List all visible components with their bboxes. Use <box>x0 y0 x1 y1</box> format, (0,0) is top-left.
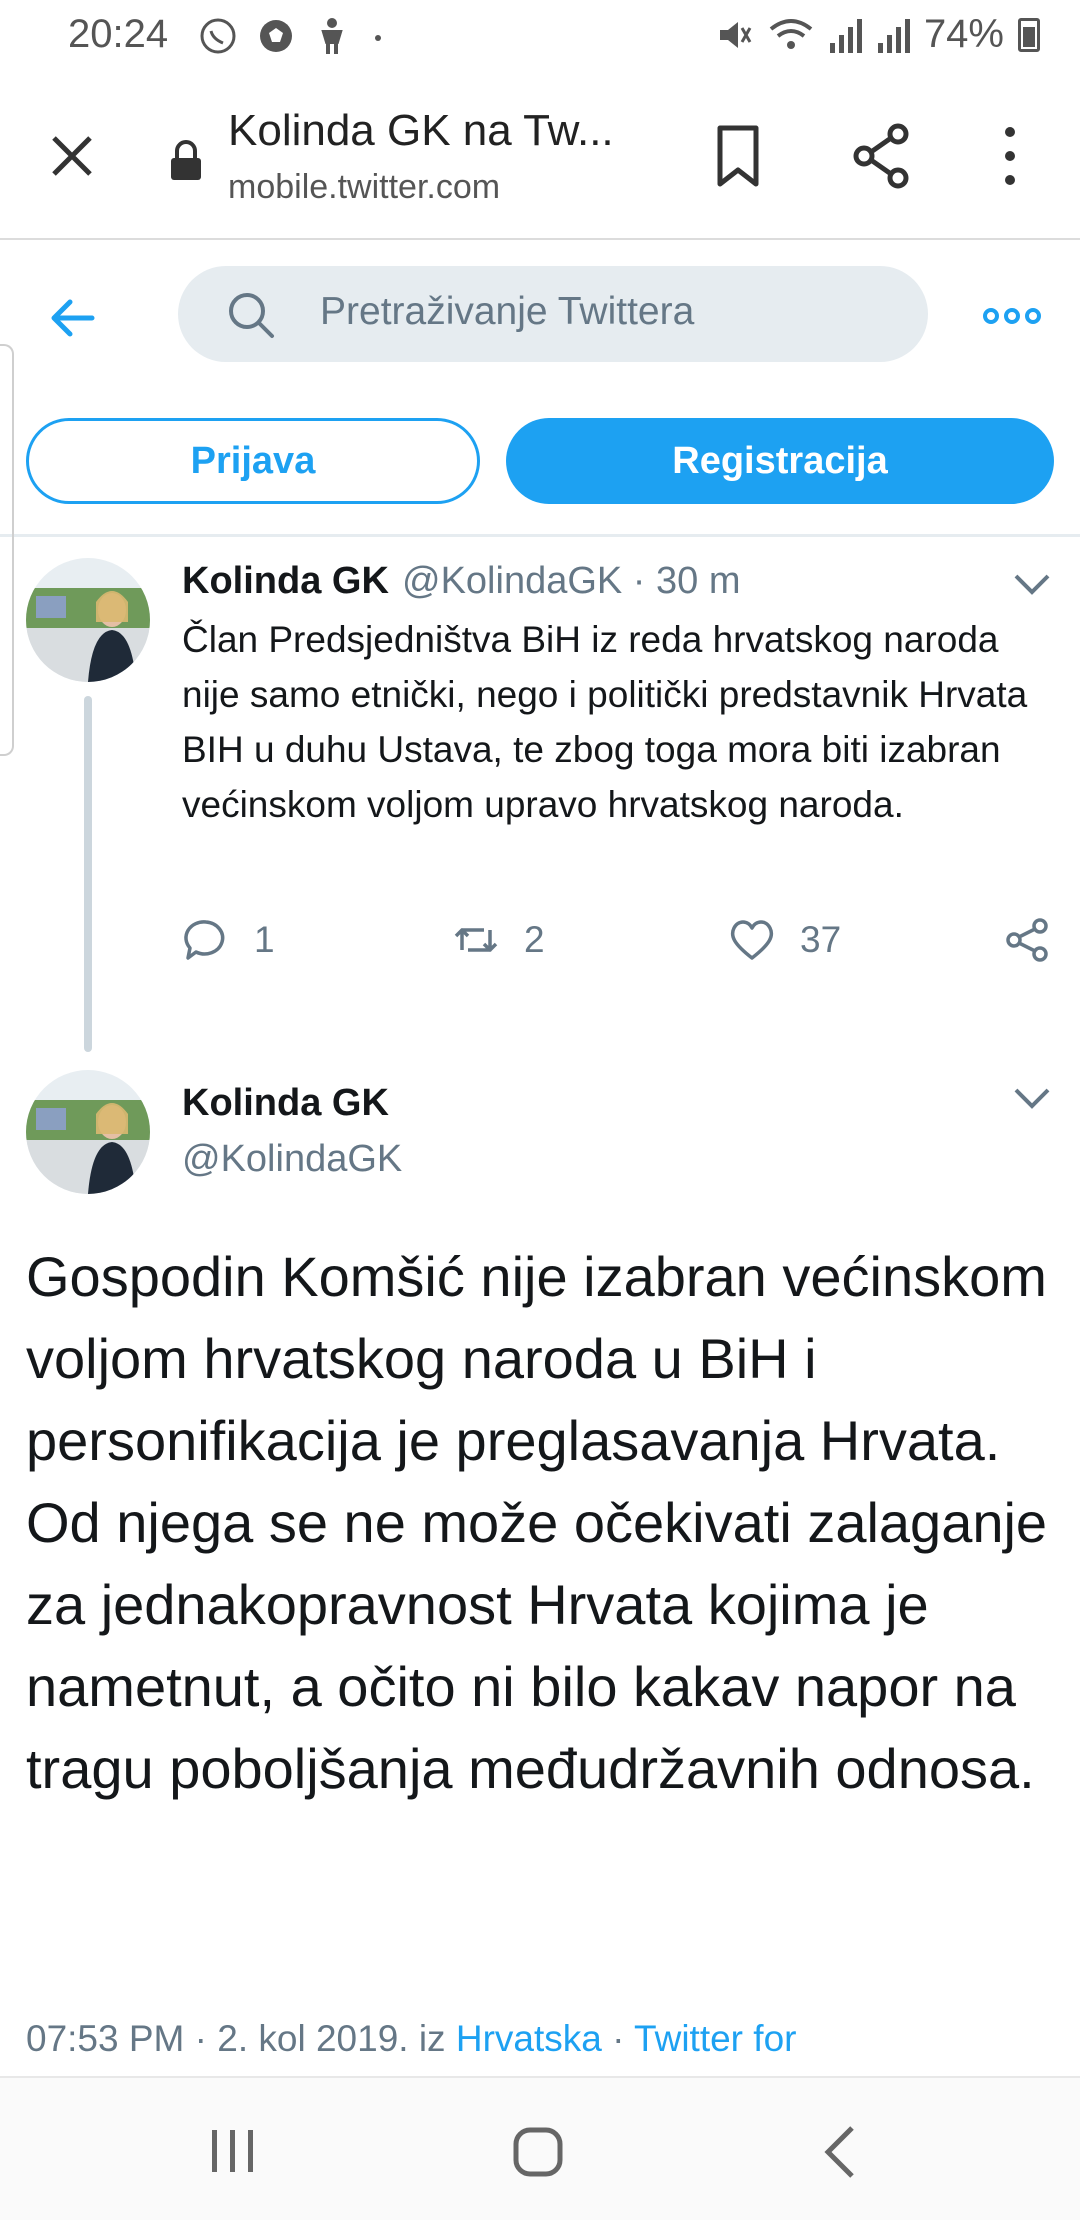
soccer-icon <box>260 20 292 52</box>
chevron-down-icon[interactable] <box>1012 1084 1052 1112</box>
reply-icon <box>184 920 225 960</box>
tweet-location-link[interactable]: Hrvatska <box>456 2018 602 2059</box>
system-navigation-bar <box>0 2076 1080 2220</box>
dot-icon <box>375 35 381 41</box>
tweet-source-link[interactable]: Twitter for <box>634 2018 796 2059</box>
avatar[interactable] <box>26 1070 150 1194</box>
figure-icon <box>321 18 343 54</box>
avatar-image <box>26 1070 150 1194</box>
status-bar: 20:24 74% <box>0 0 1080 72</box>
tweet-timestamp: 07:53 PM · 2. kol 2019. iz <box>26 2018 456 2059</box>
share-icon <box>1006 918 1048 962</box>
more-horizontal-icon[interactable] <box>982 296 1042 336</box>
battery-icon <box>1018 17 1040 52</box>
avatar-image <box>26 558 150 682</box>
signal-icon <box>829 18 862 53</box>
battery-percent: 74% <box>923 12 1004 56</box>
tweet-author-handle[interactable]: @KolindaGK · 30 m <box>402 560 741 603</box>
tweet-meta: 07:53 PM · 2. kol 2019. iz Hrvatska · Tw… <box>26 2018 796 2060</box>
header-divider <box>0 534 1080 537</box>
more-vertical-icon[interactable] <box>990 124 1030 188</box>
tweet-text: Član Predsjedništva BiH iz reda hrvatsko… <box>182 619 1028 825</box>
page-title: Kolinda GK na Tw... <box>228 106 614 155</box>
avatar[interactable] <box>26 558 150 682</box>
tweet-text: Gospodin Komšić nije izabran većinskom v… <box>26 1245 1048 1800</box>
side-panel-handle[interactable] <box>0 344 14 756</box>
heart-icon <box>730 920 774 960</box>
home-icon[interactable] <box>512 2126 564 2178</box>
recent-apps-icon[interactable] <box>208 2128 258 2174</box>
notification-icons <box>198 16 388 56</box>
close-icon[interactable] <box>44 128 100 184</box>
share-tweet-button[interactable] <box>1004 916 1052 964</box>
like-count: 37 <box>800 919 842 960</box>
retweet-count: 2 <box>524 919 545 960</box>
system-icons: 74% <box>714 12 1040 57</box>
whatsapp-icon <box>200 18 236 54</box>
share-icon[interactable] <box>850 122 914 190</box>
signal-icon <box>877 18 910 53</box>
bookmark-icon[interactable] <box>712 124 764 188</box>
reply-count: 1 <box>254 919 275 960</box>
lock-icon <box>171 140 201 180</box>
reply-button[interactable]: 1 <box>182 916 275 964</box>
retweet-icon <box>454 928 498 952</box>
tweet-actions: 1 2 37 <box>182 916 1062 976</box>
like-button[interactable]: 37 <box>728 916 841 964</box>
login-button[interactable]: Prijava <box>26 418 480 504</box>
search-input[interactable]: Pretraživanje Twittera <box>178 266 928 362</box>
browser-toolbar: Kolinda GK na Tw... mobile.twitter.com <box>0 72 1080 240</box>
wifi-icon <box>769 18 813 49</box>
tweet-author-handle[interactable]: @KolindaGK <box>182 1138 402 1181</box>
twitter-header: Pretraživanje Twittera Prijava Registrac… <box>0 240 1080 540</box>
back-arrow-icon[interactable] <box>44 290 100 346</box>
chevron-down-icon[interactable] <box>1012 570 1052 598</box>
back-icon[interactable] <box>822 2124 858 2180</box>
mute-icon <box>719 21 752 48</box>
signup-button[interactable]: Registracija <box>506 418 1054 504</box>
tweet-author-name[interactable]: Kolinda GK <box>182 1082 389 1125</box>
search-placeholder: Pretraživanje Twittera <box>320 290 695 333</box>
meta-separator: · <box>601 2018 635 2059</box>
retweet-button[interactable]: 2 <box>452 916 545 964</box>
thread-line <box>84 696 92 1052</box>
tweet-author-name[interactable]: Kolinda GK <box>182 560 389 603</box>
page-url[interactable]: mobile.twitter.com <box>228 168 500 207</box>
status-time: 20:24 <box>68 12 169 56</box>
search-icon <box>229 293 274 338</box>
